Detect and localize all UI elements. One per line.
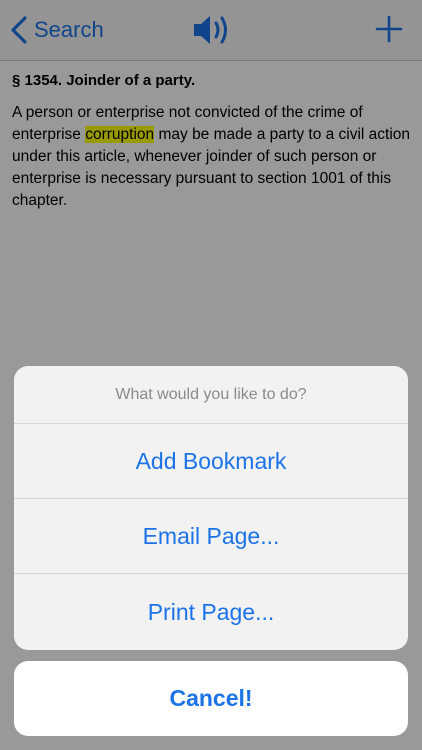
print-page-button[interactable]: Print Page... — [14, 574, 408, 650]
action-sheet: What would you like to do? Add Bookmark … — [14, 366, 408, 650]
add-bookmark-button[interactable]: Add Bookmark — [14, 424, 408, 499]
action-sheet-prompt: What would you like to do? — [14, 366, 408, 424]
screen: Search § 1354. Joinder of a party. A per… — [0, 0, 422, 750]
email-page-button[interactable]: Email Page... — [14, 499, 408, 574]
cancel-button[interactable]: Cancel! — [14, 661, 408, 736]
